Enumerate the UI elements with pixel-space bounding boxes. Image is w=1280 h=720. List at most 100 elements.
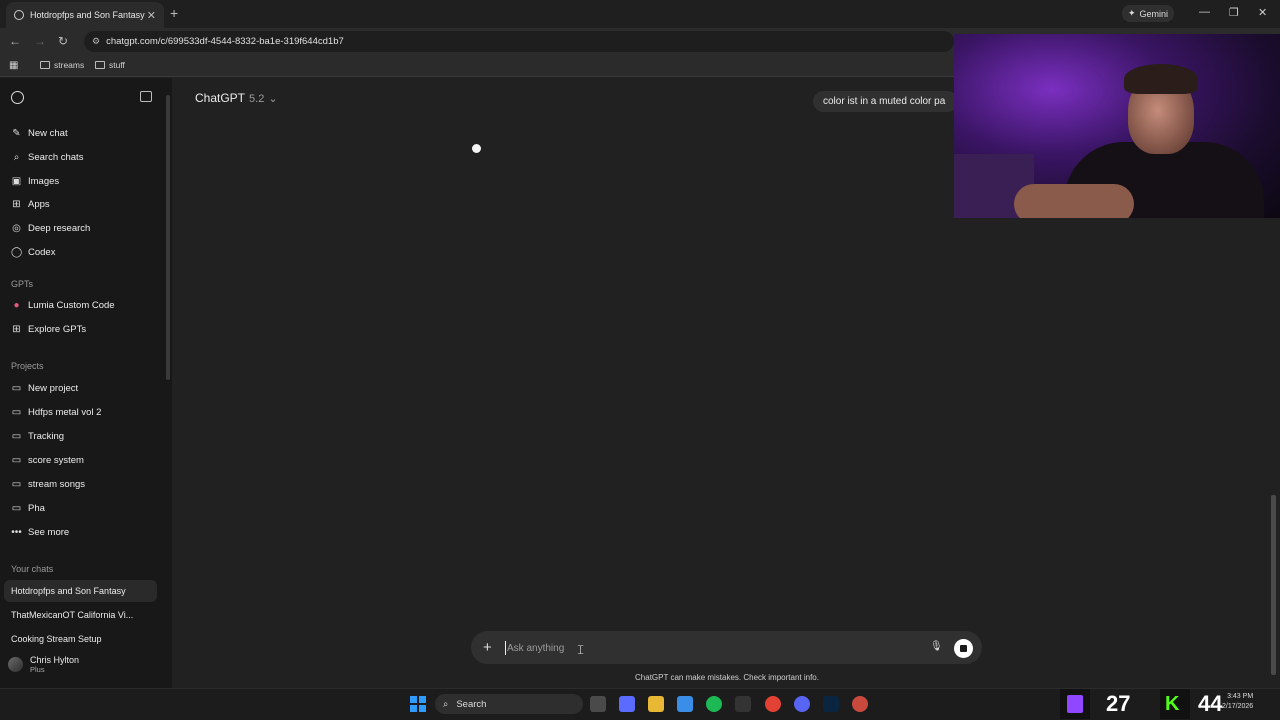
task-view-icon[interactable] [590,696,606,712]
disclaimer-text: ChatGPT can make mistakes. Check importa… [635,673,819,682]
new-tab-button[interactable]: + [170,5,178,21]
sidebar-item-label: score system [28,454,84,466]
folder-icon [95,61,105,69]
microphone-icon[interactable]: 🎙 [930,641,943,652]
sidebar-item-project[interactable]: ▭ Tracking [0,425,165,447]
user-message-bubble: color ist in a muted color pa [813,91,958,112]
folder-icon: ▭ [11,454,22,466]
sidebar-item-label: Lumia Custom Code [28,299,115,311]
search-icon: ⌕ [13,151,20,163]
sidebar-item-label: Codex [28,246,56,258]
windows-start-icon[interactable] [410,696,426,712]
site-info-icon[interactable]: ⚙ [92,36,100,47]
photoshop-icon[interactable] [823,696,839,712]
chat-item-active[interactable]: Hotdropfps and Son Fantasy [4,580,157,602]
user-plan: Plus [30,665,45,674]
system-clock[interactable]: 3:43 PM 2/17/2026 [1222,692,1253,712]
sidebar-item-label: New chat [28,127,68,139]
sidebar-item-lumia[interactable]: ● Lumia Custom Code [0,294,165,316]
bookmark-folder-streams[interactable]: streams [40,60,84,70]
gemini-button[interactable]: ✦ Gemini [1122,5,1175,22]
typing-indicator-dot [472,144,481,153]
code-icon: ◯ [11,246,23,258]
sidebar-item-project[interactable]: ▭ score system [0,449,165,471]
research-icon: ◎ [12,222,21,234]
sidebar-item-images[interactable]: ▣ Images [0,170,165,192]
bookmark-folder-stuff[interactable]: stuff [95,60,125,70]
copilot-icon[interactable] [619,696,635,712]
add-attachment-icon[interactable]: + [483,639,492,656]
user-profile-button[interactable]: Chris Hylton Plus [8,655,79,674]
twitch-viewer-count: 27 [1106,691,1131,716]
sidebar-item-see-more[interactable]: ••• See more [0,521,165,543]
sidebar-item-codex[interactable]: ◯ Codex [0,241,165,263]
chatgpt-favicon-icon [14,10,24,20]
chrome-icon[interactable] [765,696,781,712]
message-input[interactable] [505,641,905,655]
folder-icon: ▭ [11,430,22,442]
sidebar-item-label: Explore GPTs [28,323,87,335]
gemini-label: Gemini [1139,8,1169,19]
sidebar-item-project[interactable]: ▭ stream songs [0,473,165,495]
explore-icon: ⊞ [12,323,21,335]
kick-viewer-count: 44 [1198,691,1223,716]
sidebar-scrollbar[interactable] [166,95,170,380]
sidebar-item-apps[interactable]: ⊞ Apps [0,193,165,215]
sidebar-item-search-chats[interactable]: ⌕ Search chats [0,146,165,168]
sidebar-item-explore-gpts[interactable]: ⊞ Explore GPTs [0,318,165,340]
minimize-window-icon[interactable]: — [1199,6,1210,18]
sidebar-item-label: Hdfps metal vol 2 [28,406,102,418]
chat-item[interactable]: ThatMexicanOT California Vi... [4,604,157,626]
folder-plus-icon: ▭ [11,382,22,394]
folder-icon [40,61,50,69]
notepad-icon[interactable] [677,696,693,712]
model-name: ChatGPT [195,91,246,105]
image-icon: ▣ [11,175,22,187]
file-explorer-icon[interactable] [648,696,664,712]
lumia-icon: ● [13,299,20,311]
browser-tab[interactable]: Hotdropfps and Son Fantasy ✕ [6,2,164,28]
stop-generating-button[interactable] [954,639,973,658]
sidebar-item-deep-research[interactable]: ◎ Deep research [0,217,165,239]
chat-item[interactable]: Cooking Stream Setup [4,628,157,650]
address-bar[interactable]: ⚙ chatgpt.com/c/699533df-4544-8332-ba1e-… [84,31,954,52]
openai-logo-icon[interactable] [11,91,24,104]
ellipsis-icon: ••• [11,526,22,538]
sidebar-item-project[interactable]: ▭ Hdfps metal vol 2 [0,401,165,423]
sidebar-item-new-project[interactable]: ▭ New project [0,377,165,399]
reload-icon[interactable]: ↻ [58,34,68,48]
folder-icon: ▭ [11,502,22,514]
forward-icon[interactable]: → [34,34,46,48]
webcam-person-hair [1124,64,1198,94]
close-window-icon[interactable]: ✕ [1258,6,1267,19]
twitch-icon [1060,689,1090,719]
discord-icon[interactable] [794,696,810,712]
restore-window-icon[interactable]: ❐ [1229,6,1239,19]
back-icon[interactable]: ← [9,34,21,48]
hud-fx-icon[interactable] [735,696,751,712]
sidebar-item-project[interactable]: ▭ Pha [0,497,165,519]
chrome-active-icon[interactable] [852,696,868,712]
avatar [8,657,23,672]
sidebar-item-label: Search chats [28,151,84,163]
gpts-heading: GPTs [11,279,34,289]
kick-icon: K [1160,689,1190,719]
sidebar-item-label: Images [28,175,60,187]
projects-heading: Projects [11,361,44,371]
model-selector[interactable]: ChatGPT 5.2 ⌄ [195,91,278,105]
spotify-icon[interactable] [706,696,722,712]
main-scrollbar[interactable] [1271,495,1276,675]
webcam-person-arm [1014,184,1134,218]
taskbar-search[interactable]: ⌕ Search [435,694,583,714]
url-text: chatgpt.com/c/699533df-4544-8332-ba1e-31… [106,36,344,47]
apps-grid-icon[interactable]: ▦ [9,60,18,71]
sidebar-item-label: See more [28,526,70,538]
sidebar-item-label: Tracking [28,430,65,442]
sidebar-item-label: Apps [28,198,50,210]
model-version: 5.2 [249,93,265,105]
toggle-sidebar-icon[interactable] [140,91,152,102]
sidebar-item-new-chat[interactable]: ✎ New chat [0,122,165,144]
close-tab-icon[interactable]: ✕ [147,9,156,22]
chevron-down-icon: ⌄ [268,93,278,105]
clock-date: 2/17/2026 [1222,703,1254,710]
